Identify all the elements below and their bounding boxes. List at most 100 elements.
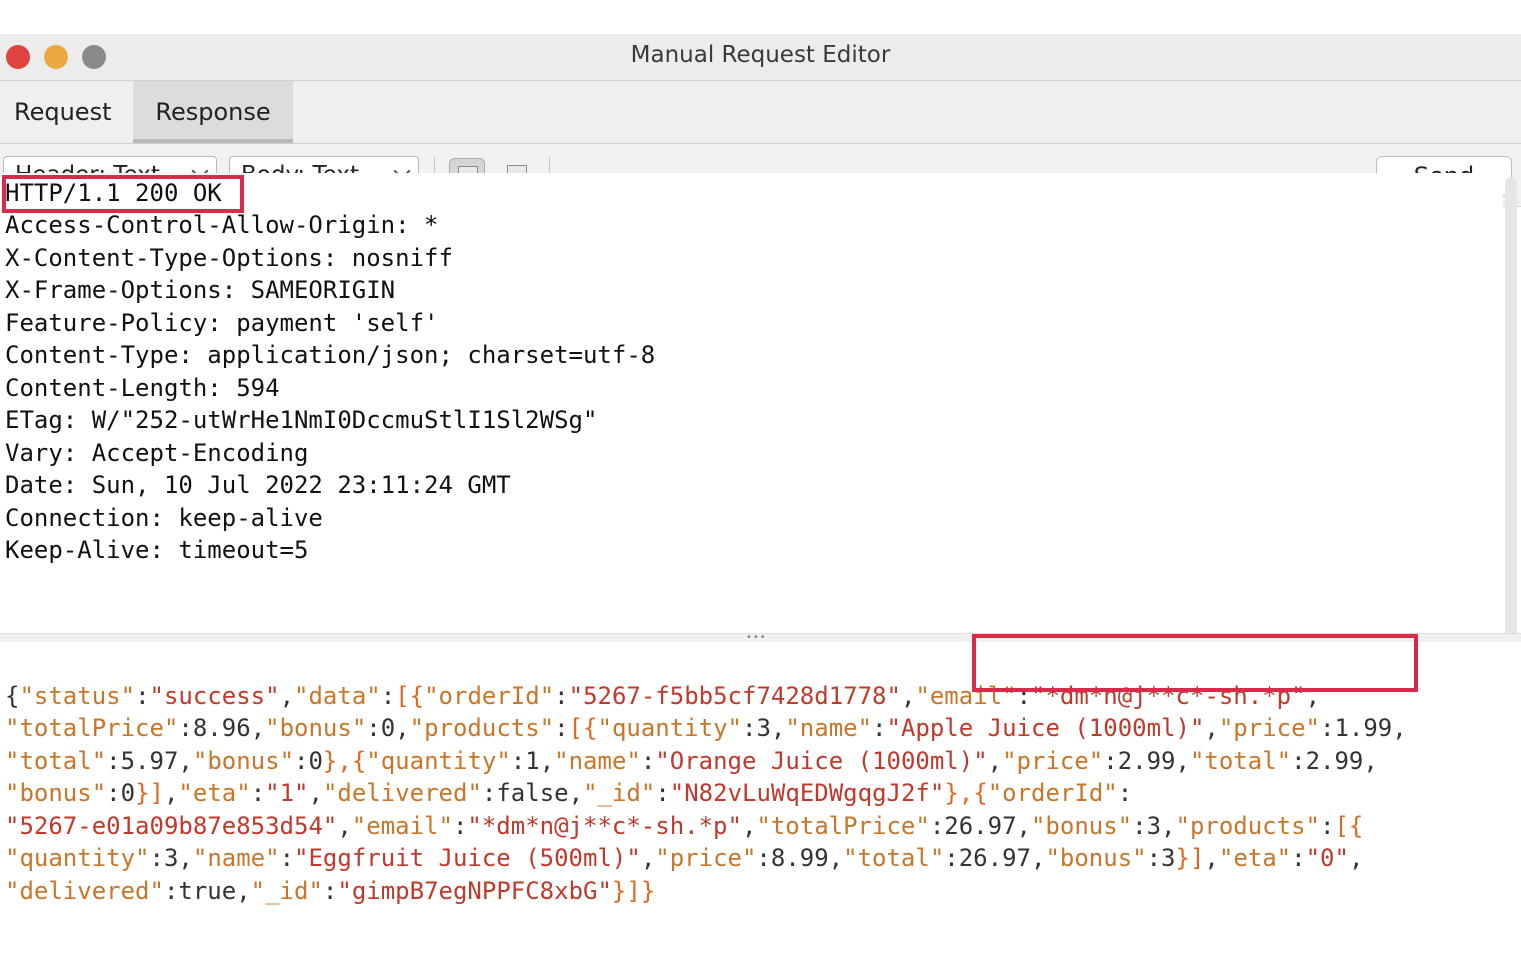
json-punct: " — [1045, 844, 1060, 872]
json-punct: , — [1161, 812, 1176, 840]
json-punct: , — [1305, 682, 1321, 710]
json-punct: " — [727, 812, 742, 840]
response-body-text-area[interactable]: {"status":"success","data":[{"orderId":"… — [0, 642, 1521, 920]
json-value: *dm*n@j**c*-sh.*p — [1045, 682, 1292, 710]
json-punct: : — [380, 682, 396, 710]
json-punct: " — [265, 714, 280, 742]
json-punct: , — [900, 682, 916, 710]
json-punct: : — [1291, 747, 1306, 775]
json-key: delivered — [337, 779, 468, 807]
json-punct: " — [149, 682, 164, 710]
json-punct: " — [424, 682, 439, 710]
json-punct: " — [626, 747, 641, 775]
json-punct: " — [915, 812, 930, 840]
body-line: {"status":"success","data":[{"orderId":"… — [5, 680, 1320, 712]
json-punct: , — [1175, 747, 1190, 775]
json-key: price — [669, 844, 742, 872]
json-punct: , — [163, 779, 179, 807]
header-line: Keep-Alive: timeout=5 — [5, 536, 309, 564]
json-punct: " — [366, 682, 381, 710]
json-key: data — [308, 682, 367, 710]
json-value: 0 — [380, 714, 396, 742]
header-line: X-Content-Type-Options: nosniff — [5, 244, 453, 272]
json-punct: : — [1146, 844, 1162, 872]
json-punct: " — [727, 714, 742, 742]
json-punct: " — [1218, 844, 1234, 872]
tab-response[interactable]: Response — [133, 81, 293, 143]
json-punct: : — [756, 844, 771, 872]
json-value: success — [163, 682, 266, 710]
json-punct: " — [308, 877, 323, 905]
json-punct: " — [1189, 747, 1205, 775]
json-punct: " — [265, 779, 280, 807]
json-punct: " — [626, 844, 641, 872]
json-key: total — [19, 747, 92, 775]
json-punct: , — [987, 747, 1003, 775]
json-punct: " — [741, 844, 757, 872]
json-punct: : — [1319, 812, 1335, 840]
json-punct: " — [294, 682, 309, 710]
json-punct: , — [236, 877, 251, 905]
json-value: 8.99 — [770, 844, 829, 872]
json-key: eta — [1233, 844, 1277, 872]
json-value: 3 — [163, 844, 179, 872]
json-punct: : — [135, 682, 150, 710]
json-value: 2.99 — [1117, 747, 1176, 775]
json-punct: : — [944, 844, 959, 872]
json-punct: , — [1030, 844, 1046, 872]
json-punct: " — [322, 779, 338, 807]
json-punct: , — [640, 844, 656, 872]
json-punct: " — [1305, 812, 1320, 840]
json-punct: " — [1334, 844, 1349, 872]
json-punct: " — [91, 747, 107, 775]
json-punct: " — [265, 682, 280, 710]
body-line: "5267-e01a09b87e853d54","email":"*dm*n@j… — [5, 810, 1363, 842]
json-value: 3 — [1146, 812, 1162, 840]
json-punct: , — [1016, 812, 1031, 840]
json-punct: : — [452, 812, 468, 840]
json-value: false — [496, 779, 569, 807]
json-punct: " — [1103, 779, 1118, 807]
body-line: "quantity":3,"name":"Eggfruit Juice (500… — [5, 842, 1363, 874]
header-line: Content-Type: application/json; charset=… — [5, 341, 656, 369]
json-key: products — [1189, 812, 1306, 840]
json-key: name — [568, 747, 627, 775]
header-scrollbar[interactable] — [1505, 177, 1517, 655]
json-key: totalPrice — [770, 812, 916, 840]
json-punct: , — [308, 779, 323, 807]
json-punct: " — [192, 747, 208, 775]
json-punct: " — [366, 747, 381, 775]
json-punct: " — [886, 714, 901, 742]
json-punct: , — [279, 682, 295, 710]
json-punct: " — [5, 779, 20, 807]
json-punct: " — [1002, 682, 1017, 710]
response-header-text-area[interactable]: HTTP/1.1 200 OK Access-Control-Allow-Ori… — [0, 173, 1503, 633]
json-punct: " — [294, 779, 309, 807]
json-punct: " — [351, 714, 367, 742]
json-punct: { — [5, 682, 20, 710]
tab-request[interactable]: Request — [0, 81, 126, 143]
json-punct: , — [1363, 747, 1378, 775]
json-punct: : — [1132, 812, 1147, 840]
json-punct: " — [1031, 682, 1046, 710]
json-punct: " — [1189, 714, 1205, 742]
json-punct: : — [1103, 747, 1118, 775]
json-punct: " — [987, 779, 1003, 807]
json-punct: , — [539, 747, 555, 775]
json-punct: : — [554, 682, 569, 710]
json-punct: " — [539, 682, 555, 710]
json-punct: , — [770, 714, 786, 742]
json-punct: , — [250, 714, 266, 742]
json-punct: , — [178, 747, 193, 775]
json-key: _id — [265, 877, 309, 905]
json-value: 8.96 — [192, 714, 251, 742]
body-line: "bonus":0}],"eta":"1","delivered":false,… — [5, 777, 1132, 809]
json-value: gimpB7egNPPFC8xbG — [351, 877, 598, 905]
json-punct: , — [337, 812, 352, 840]
json-punct: " — [929, 779, 945, 807]
json-punct: " — [1002, 747, 1017, 775]
json-key: quantity — [380, 747, 497, 775]
body-line: "totalPrice":8.96,"bonus":0,"products":[… — [5, 712, 1407, 744]
json-punct: " — [135, 844, 150, 872]
json-punct: : — [149, 844, 164, 872]
